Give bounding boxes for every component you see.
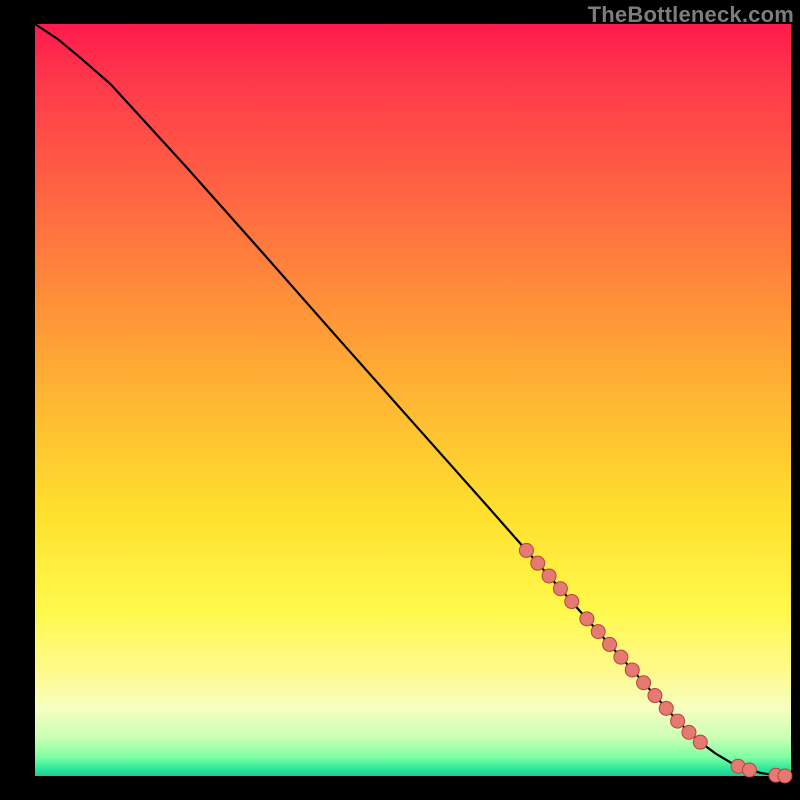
chart-frame: TheBottleneck.com	[0, 0, 800, 800]
data-marker	[742, 763, 756, 777]
data-markers	[519, 543, 792, 783]
chart-overlay	[35, 24, 791, 776]
data-marker	[565, 595, 579, 609]
data-marker	[553, 582, 567, 596]
data-marker	[659, 701, 673, 715]
data-marker	[778, 769, 792, 783]
data-marker	[693, 735, 707, 749]
data-marker	[682, 725, 696, 739]
data-marker	[580, 612, 594, 626]
data-marker	[603, 637, 617, 651]
data-marker	[591, 625, 605, 639]
data-marker	[671, 714, 685, 728]
data-marker	[625, 663, 639, 677]
curve-line	[35, 24, 791, 776]
data-marker	[531, 556, 545, 570]
data-marker	[648, 689, 662, 703]
data-marker	[542, 569, 556, 583]
data-marker	[519, 543, 533, 557]
data-marker	[614, 650, 628, 664]
data-marker	[637, 676, 651, 690]
